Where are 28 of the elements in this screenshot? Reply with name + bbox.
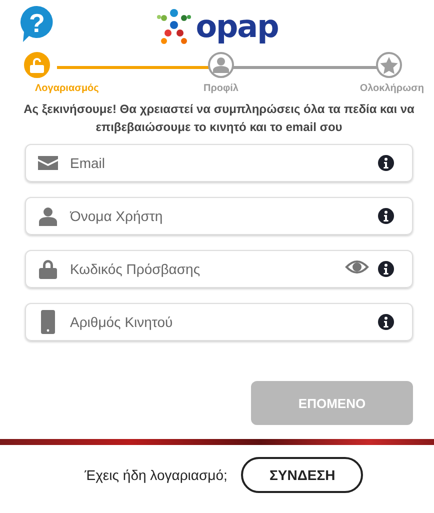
eye-icon[interactable] <box>345 260 369 274</box>
phone-icon <box>41 310 55 334</box>
star-icon <box>380 56 398 74</box>
input-field[interactable]: Κωδικός Πρόσβασης <box>25 250 413 288</box>
text-input[interactable]: Email <box>68 154 360 172</box>
intro-text: Ας ξεκινήσουμε! Θα χρειαστεί να συμπληρώσεις όλα τα πεδία και να επιβεβαιώσουμε το κινητό και το email σου <box>22 101 416 136</box>
text-input[interactable]: Κωδικός Πρόσβασης <box>68 260 336 278</box>
info-icon[interactable] <box>378 208 394 224</box>
user-icon <box>213 57 229 73</box>
padlock-icon <box>39 259 57 279</box>
step-label: Ολοκλήρωση <box>360 83 424 94</box>
user-icon <box>39 206 57 226</box>
help-icon[interactable]: ? <box>20 5 54 43</box>
account-prompt: Έχεις ήδη λογαριασμό; <box>84 467 228 483</box>
step-circle[interactable] <box>208 52 234 78</box>
unlocked-padlock-icon <box>30 58 44 72</box>
step-label: Λογαριασμός <box>35 83 99 94</box>
envelope-icon <box>38 156 58 170</box>
info-icon[interactable] <box>378 314 394 330</box>
input-field[interactable]: Email <box>25 144 413 182</box>
login-button[interactable]: ΣΥΝΔΕΣΗ <box>241 457 364 493</box>
info-icon[interactable] <box>378 155 394 171</box>
step-label: Προφίλ <box>203 83 238 94</box>
text-input[interactable]: Αριθμός Κινητού <box>68 313 360 331</box>
logo: opap <box>156 6 278 48</box>
step-circle[interactable] <box>376 52 402 78</box>
input-field[interactable]: Αριθμός Κινητού <box>25 303 413 341</box>
info-icon[interactable] <box>378 261 394 277</box>
